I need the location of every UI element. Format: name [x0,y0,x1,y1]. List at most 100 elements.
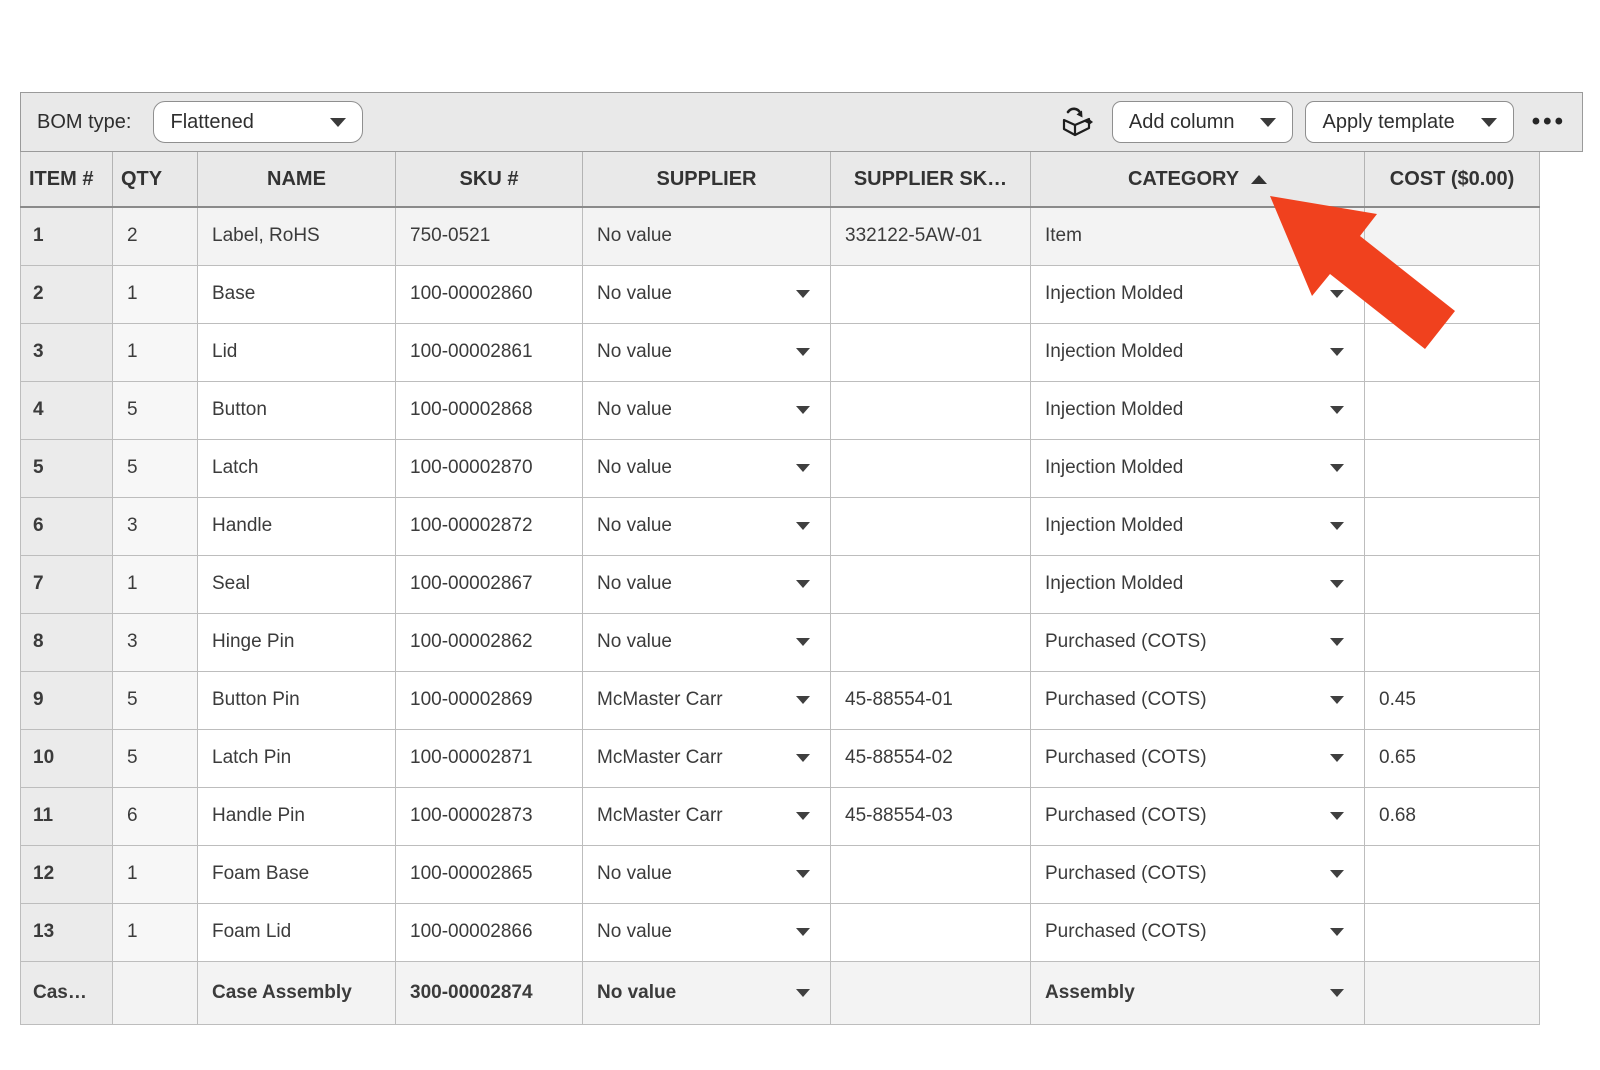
name-cell[interactable]: Button [198,381,396,439]
category-dropdown-cell[interactable]: Injection Molded [1031,439,1365,497]
qty-cell[interactable]: 5 [113,671,198,729]
supplier-sku-cell[interactable]: 45-88554-01 [831,671,1031,729]
category-dropdown-cell[interactable]: Injection Molded [1031,323,1365,381]
cost-cell[interactable] [1365,903,1540,961]
add-column-button[interactable]: Add column [1112,101,1294,143]
column-header-name[interactable]: NAME [198,152,396,207]
cost-cell[interactable]: 0.45 [1365,671,1540,729]
supplier-dropdown-cell[interactable]: McMaster Carr [583,671,831,729]
column-header-item[interactable]: ITEM # [21,152,113,207]
sku-cell[interactable]: 100-00002870 [396,439,583,497]
qty-cell[interactable] [113,961,198,1024]
qty-cell[interactable]: 5 [113,729,198,787]
supplier-sku-cell[interactable]: 332122-5AW-01 [831,207,1031,265]
name-cell[interactable]: Label, RoHS [198,207,396,265]
category-dropdown-cell[interactable]: Purchased (COTS) [1031,613,1365,671]
cost-cell[interactable] [1365,439,1540,497]
supplier-dropdown-cell[interactable]: McMaster Carr [583,729,831,787]
apply-template-button[interactable]: Apply template [1305,101,1513,143]
category-dropdown-cell[interactable]: Injection Molded [1031,555,1365,613]
box-insert-icon[interactable] [1056,104,1096,140]
name-cell[interactable]: Handle Pin [198,787,396,845]
sku-cell[interactable]: 100-00002868 [396,381,583,439]
qty-cell[interactable]: 1 [113,903,198,961]
cost-cell[interactable] [1365,323,1540,381]
supplier-sku-cell[interactable]: 45-88554-03 [831,787,1031,845]
name-cell[interactable]: Foam Lid [198,903,396,961]
sku-cell[interactable]: 100-00002862 [396,613,583,671]
category-dropdown-cell[interactable]: Purchased (COTS) [1031,845,1365,903]
sku-cell[interactable]: 750-0521 [396,207,583,265]
supplier-dropdown-cell[interactable]: No value [583,961,831,1024]
sku-cell[interactable]: 100-00002860 [396,265,583,323]
sku-cell[interactable]: 100-00002871 [396,729,583,787]
supplier-sku-cell[interactable] [831,265,1031,323]
qty-cell[interactable]: 5 [113,439,198,497]
name-cell[interactable]: Latch Pin [198,729,396,787]
sku-cell[interactable]: 100-00002869 [396,671,583,729]
supplier-sku-cell[interactable]: 45-88554-02 [831,729,1031,787]
category-dropdown-cell[interactable]: Purchased (COTS) [1031,729,1365,787]
supplier-dropdown-cell[interactable]: No value [583,845,831,903]
category-dropdown-cell[interactable]: Item [1031,207,1365,265]
supplier-dropdown-cell[interactable]: McMaster Carr [583,787,831,845]
supplier-dropdown-cell[interactable]: No value [583,497,831,555]
column-header-supplier[interactable]: SUPPLIER [583,152,831,207]
sku-cell[interactable]: 100-00002867 [396,555,583,613]
name-cell[interactable]: Button Pin [198,671,396,729]
qty-cell[interactable]: 1 [113,265,198,323]
name-cell[interactable]: Base [198,265,396,323]
supplier-dropdown-cell[interactable]: No value [583,555,831,613]
supplier-dropdown-cell[interactable]: No value [583,613,831,671]
supplier-dropdown-cell[interactable]: No value [583,323,831,381]
cost-cell[interactable] [1365,497,1540,555]
sku-cell[interactable]: 100-00002861 [396,323,583,381]
cost-cell[interactable] [1365,381,1540,439]
qty-cell[interactable]: 3 [113,497,198,555]
name-cell[interactable]: Lid [198,323,396,381]
column-header-category[interactable]: CATEGORY [1031,152,1365,207]
column-header-sku[interactable]: SKU # [396,152,583,207]
supplier-dropdown-cell[interactable]: No value [583,903,831,961]
cost-cell[interactable]: 0.68 [1365,787,1540,845]
cost-cell[interactable] [1365,555,1540,613]
cost-cell[interactable] [1365,207,1540,265]
supplier-dropdown-cell[interactable]: No value [583,381,831,439]
category-dropdown-cell[interactable]: Purchased (COTS) [1031,787,1365,845]
name-cell[interactable]: Handle [198,497,396,555]
name-cell[interactable]: Seal [198,555,396,613]
supplier-sku-cell[interactable] [831,903,1031,961]
supplier-sku-cell[interactable] [831,555,1031,613]
sku-cell[interactable]: 100-00002866 [396,903,583,961]
name-cell[interactable]: Hinge Pin [198,613,396,671]
category-dropdown-cell[interactable]: Injection Molded [1031,265,1365,323]
qty-cell[interactable]: 1 [113,555,198,613]
supplier-dropdown-cell[interactable]: No value [583,265,831,323]
supplier-sku-cell[interactable] [831,497,1031,555]
sku-cell[interactable]: 300-00002874 [396,961,583,1024]
qty-cell[interactable]: 5 [113,381,198,439]
cost-cell[interactable] [1365,961,1540,1024]
supplier-sku-cell[interactable] [831,845,1031,903]
bom-type-dropdown[interactable]: Flattened [153,101,363,143]
category-dropdown-cell[interactable]: Injection Molded [1031,497,1365,555]
sku-cell[interactable]: 100-00002865 [396,845,583,903]
supplier-sku-cell[interactable] [831,961,1031,1024]
qty-cell[interactable]: 1 [113,845,198,903]
category-dropdown-cell[interactable]: Purchased (COTS) [1031,671,1365,729]
qty-cell[interactable]: 2 [113,207,198,265]
overflow-menu-button[interactable]: ••• [1532,110,1566,134]
column-header-supplier_sku[interactable]: SUPPLIER SK… [831,152,1031,207]
supplier-sku-cell[interactable] [831,613,1031,671]
category-dropdown-cell[interactable]: Assembly [1031,961,1365,1024]
name-cell[interactable]: Latch [198,439,396,497]
column-header-cost[interactable]: COST ($0.00) [1365,152,1540,207]
cost-cell[interactable] [1365,265,1540,323]
name-cell[interactable]: Foam Base [198,845,396,903]
name-cell[interactable]: Case Assembly [198,961,396,1024]
category-dropdown-cell[interactable]: Purchased (COTS) [1031,903,1365,961]
cost-cell[interactable] [1365,845,1540,903]
qty-cell[interactable]: 1 [113,323,198,381]
supplier-sku-cell[interactable] [831,381,1031,439]
cost-cell[interactable] [1365,613,1540,671]
